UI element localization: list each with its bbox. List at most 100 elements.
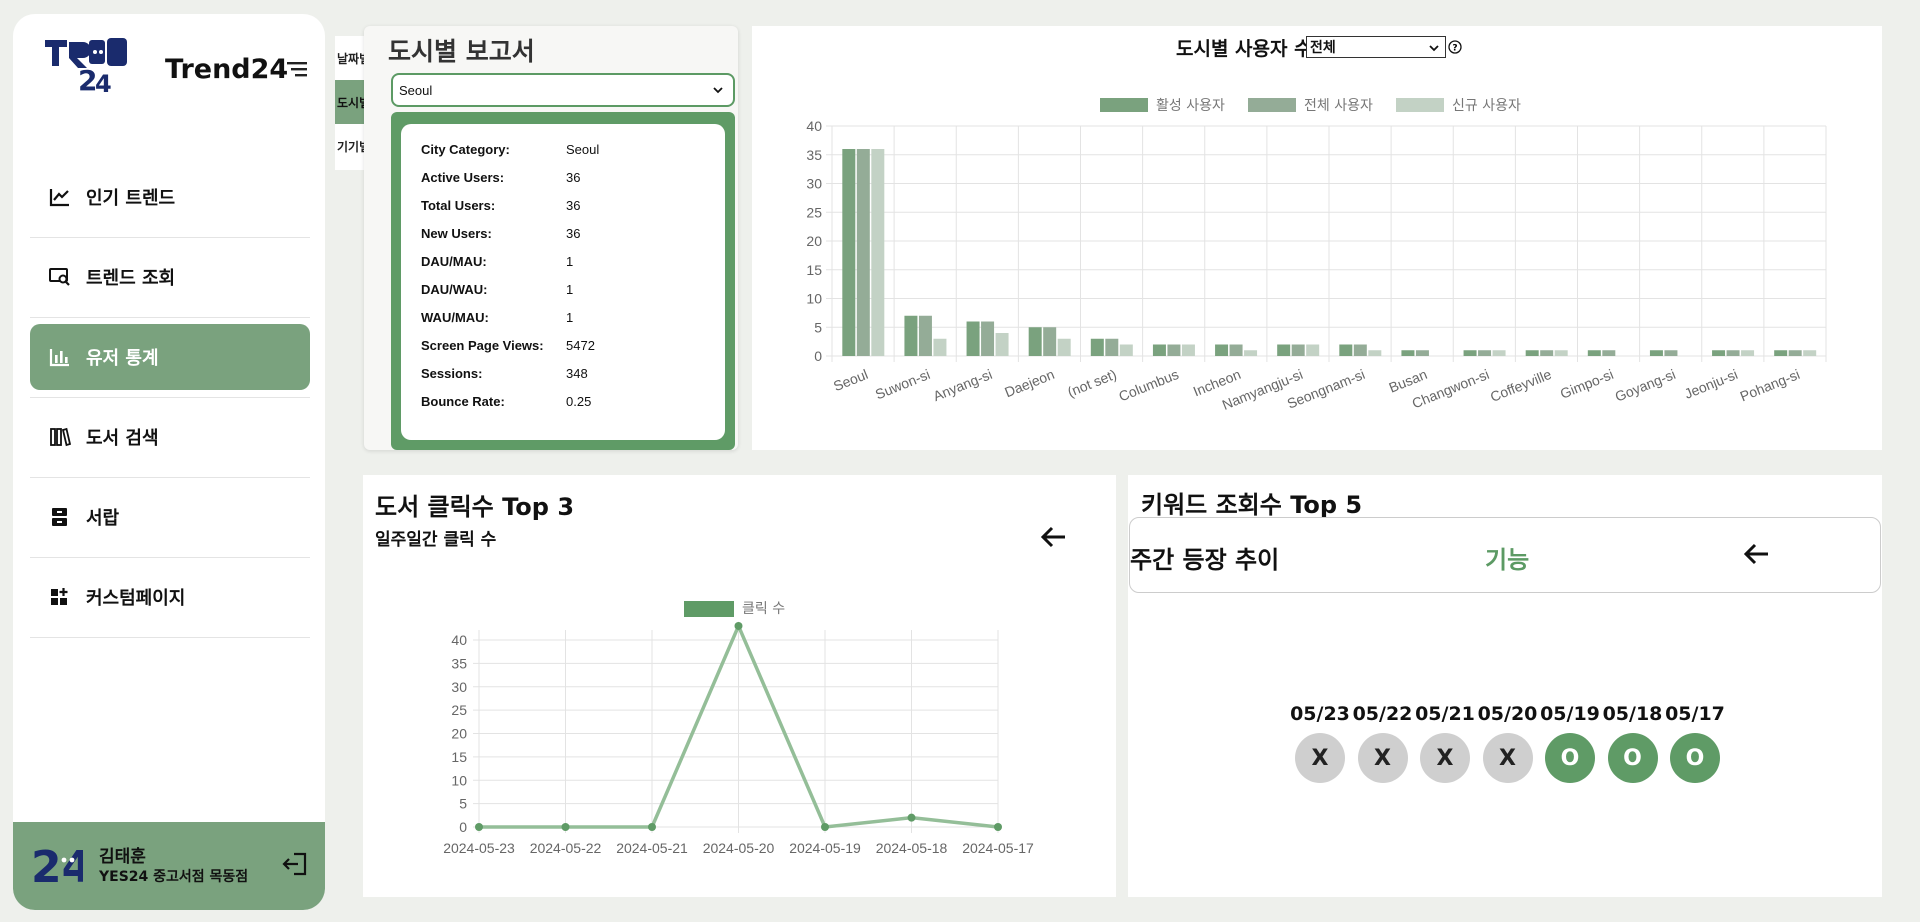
- bar: [1540, 350, 1554, 356]
- y-tick-label: 20: [451, 726, 467, 742]
- keyword-trend-bar: 주간 등장 추이 기능: [1129, 517, 1881, 593]
- x-tick-label: Daejeon: [1002, 366, 1056, 400]
- city-select[interactable]: Seoul: [391, 73, 735, 107]
- bar: [842, 149, 856, 356]
- keyword-day-date: 05/17: [1665, 703, 1725, 725]
- x-tick-label: 2024-05-21: [616, 840, 688, 856]
- user-store: YES24 중고서점 목동점: [99, 869, 249, 885]
- x-tick-label: Jeonju-si: [1682, 366, 1740, 402]
- books-icon: [48, 426, 72, 448]
- sidebar-item-label: 인기 트렌드: [86, 188, 176, 209]
- x-tick-label: 2024-05-20: [703, 840, 775, 856]
- city-stat-value: 1: [566, 254, 574, 269]
- trend24-logo-icon[interactable]: 2 4: [43, 34, 129, 96]
- bar: [1554, 350, 1568, 356]
- bar: [1587, 350, 1601, 356]
- keyword-name: 기능: [1485, 546, 1530, 574]
- bar: [918, 315, 932, 356]
- bar: [1492, 350, 1506, 356]
- legend-swatch: [1248, 98, 1296, 112]
- user-name: 김태훈: [99, 847, 146, 867]
- bar: [1167, 344, 1181, 356]
- city-stat-label: Active Users:: [421, 170, 505, 185]
- bar: [1215, 344, 1229, 356]
- keyword-day-date: 05/20: [1477, 703, 1538, 725]
- menu-toggle-icon[interactable]: [287, 60, 309, 78]
- bar: [1306, 344, 1320, 356]
- logout-icon[interactable]: [281, 850, 309, 878]
- y-tick-label: 40: [806, 118, 822, 134]
- data-point: [648, 823, 656, 831]
- legend-label: 신규 사용자: [1452, 98, 1521, 114]
- arrow-left-icon[interactable]: [1742, 542, 1770, 566]
- city-report-title: 도시별 보고서: [388, 37, 535, 66]
- bar: [1105, 338, 1119, 356]
- bar: [1119, 344, 1133, 356]
- book-clicks-panel: 도서 클릭수 Top 3 일주일간 클릭 수 0 5 10 15 20 25 30 35 40 2…: [363, 475, 1116, 897]
- x-tick-label: Columbus: [1116, 366, 1180, 404]
- bar: [966, 321, 980, 356]
- city-users-title: 도시별 사용자 수: [1176, 38, 1312, 60]
- keyword-day: 05/17 O: [1664, 703, 1726, 783]
- legend-label: 클릭 수: [742, 601, 785, 617]
- x-tick-label: Suwon-si: [873, 366, 932, 402]
- help-icon[interactable]: ?: [1448, 40, 1462, 54]
- x-tick-label: 2024-05-17: [962, 840, 1034, 856]
- x-tick-label: Gimpo-si: [1558, 366, 1616, 402]
- trend-chart-icon: [48, 186, 72, 208]
- data-point: [821, 823, 829, 831]
- keyword-views-title: 키워드 조회수 Top 5: [1141, 491, 1363, 519]
- sidebar-item-user-stats[interactable]: 유저 통계: [30, 324, 310, 398]
- city-users-filter-select[interactable]: 전체: [1306, 36, 1446, 58]
- bar: [1229, 344, 1243, 356]
- city-stat-value: 5472: [566, 338, 595, 353]
- keyword-day-date: 05/18: [1602, 703, 1663, 725]
- book-clicks-line-chart: 0 5 10 15 20 25 30 35 40 2024-05-23 2024-05-22 2024…: [443, 601, 1034, 856]
- city-stat-value: Seoul: [566, 142, 600, 157]
- keyword-day: 05/19 O: [1539, 703, 1601, 783]
- sidebar-item-trend-search[interactable]: 트렌드 조회: [30, 244, 310, 318]
- city-stat-label: Total Users:: [421, 198, 496, 213]
- bar: [981, 321, 995, 356]
- keyword-views-panel: 키워드 조회수 Top 5 주간 등장 추이 기능 05/23 X 05/22 X 05…: [1128, 475, 1882, 897]
- city-stat-label: WAU/MAU:: [421, 310, 489, 325]
- data-point: [734, 621, 743, 630]
- bar: [1788, 350, 1802, 356]
- city-stat-value: 36: [566, 198, 581, 213]
- bar: [1664, 350, 1678, 356]
- bar: [1602, 350, 1616, 356]
- keyword-day-date: 05/23: [1290, 703, 1350, 725]
- city-stats-card: City Category: Seoul Active Users: 36 Total …: [401, 124, 725, 440]
- keyword-day: 05/21 X: [1414, 703, 1476, 783]
- x-tick-label: 2024-05-23: [443, 840, 515, 856]
- user-footer: 24 김태훈 YES24 중고서점 목동점: [13, 822, 325, 910]
- keyword-day-mark: O: [1670, 733, 1720, 783]
- y-tick-label: 20: [806, 233, 822, 249]
- sidebar-item-label: 유저 통계: [86, 348, 159, 369]
- bar: [1152, 344, 1166, 356]
- keyword-day-mark: O: [1545, 733, 1595, 783]
- sidebar-item-drawer[interactable]: 서랍: [30, 484, 310, 558]
- city-users-filter-value: 전체: [1310, 40, 1336, 56]
- y-tick-label: 35: [451, 655, 467, 671]
- chevron-down-icon: [713, 87, 723, 94]
- city-stats-frame: City Category: Seoul Active Users: 36 Total …: [391, 112, 735, 450]
- x-tick-label: 2024-05-18: [876, 840, 948, 856]
- city-stat-label: DAU/MAU:: [421, 254, 487, 269]
- bar: [1353, 344, 1367, 356]
- x-tick-label: Coffeyville: [1488, 366, 1554, 405]
- city-stat-label: New Users:: [421, 226, 492, 241]
- bar: [1803, 350, 1817, 356]
- keyword-day: 05/22 X: [1352, 703, 1414, 783]
- chevron-down-icon: [1429, 45, 1439, 52]
- keyword-day-date: 05/19: [1540, 703, 1600, 725]
- sidebar-item-popular-trend[interactable]: 인기 트렌드: [30, 164, 310, 238]
- y-tick-label: 30: [451, 679, 467, 695]
- sidebar-item-custom-page[interactable]: 커스텀페이지: [30, 564, 310, 638]
- city-select-value: Seoul: [399, 82, 433, 98]
- city-stat-label: Sessions:: [421, 366, 483, 381]
- avatar[interactable]: 24: [31, 840, 83, 888]
- keyword-day-mark: O: [1607, 733, 1658, 783]
- y-tick-label: 40: [451, 632, 467, 648]
- sidebar-item-book-search[interactable]: 도서 검색: [30, 404, 310, 478]
